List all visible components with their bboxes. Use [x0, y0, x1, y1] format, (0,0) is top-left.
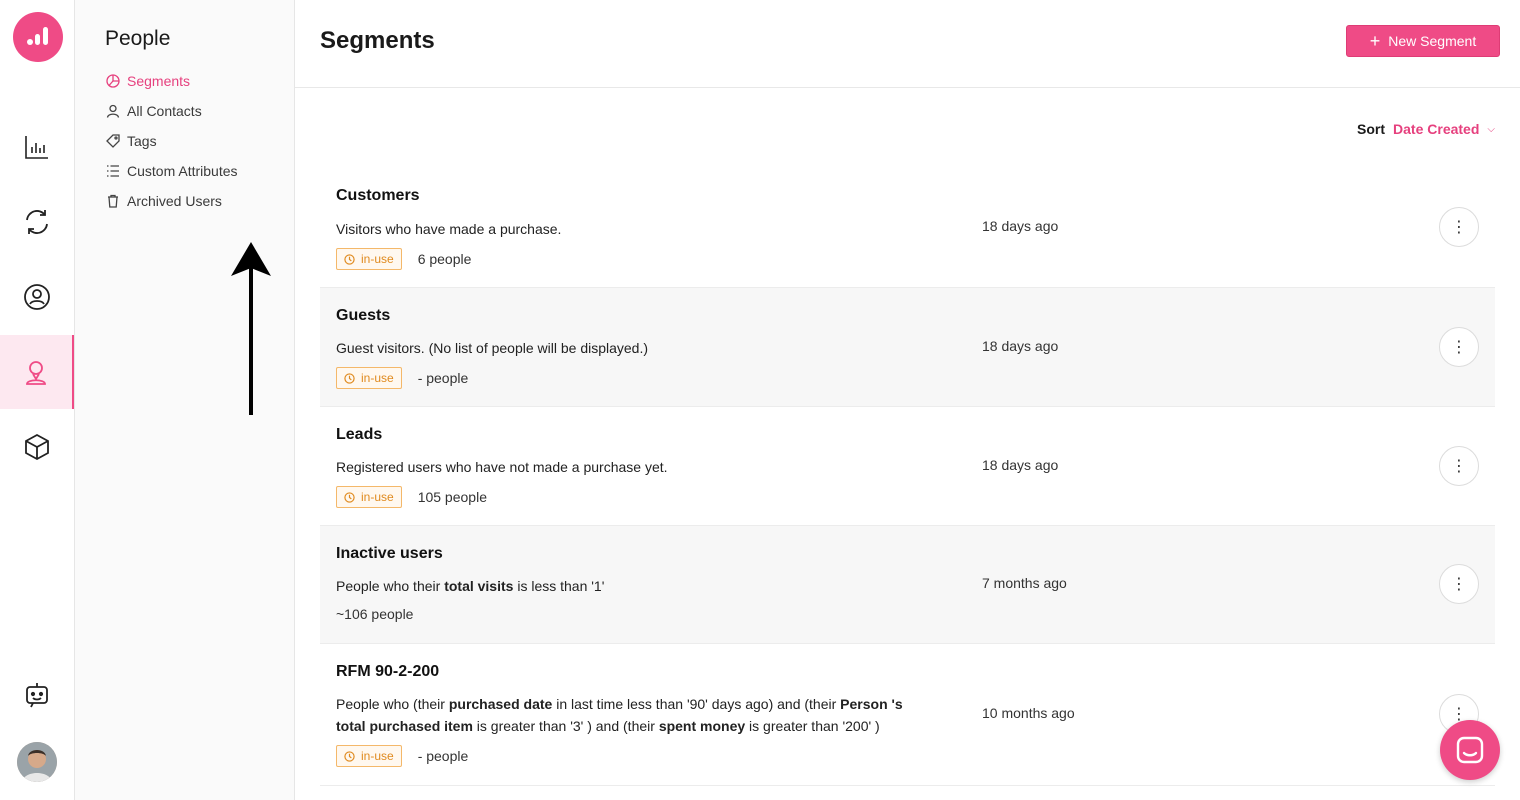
user-icon — [105, 103, 121, 119]
kebab-icon: ⋮ — [1451, 576, 1467, 593]
chat-icon — [1456, 736, 1484, 764]
segment-row[interactable]: Inactive users People who their total vi… — [320, 526, 1495, 644]
subnav-item-tags[interactable]: Tags — [105, 126, 238, 156]
tag-icon — [105, 133, 121, 149]
annotation-arrow-icon — [231, 242, 271, 415]
sort-control: Sort Date Created ⌵ — [1357, 121, 1495, 137]
subnav-item-all-contacts[interactable]: All Contacts — [105, 96, 238, 126]
segment-date: 7 months ago — [982, 575, 1067, 591]
sort-label: Sort — [1357, 121, 1386, 137]
segment-date: 18 days ago — [982, 338, 1059, 354]
plus-icon: + — [1369, 31, 1381, 51]
cube-icon — [25, 433, 49, 461]
rail-analytics[interactable] — [0, 110, 74, 184]
status-badge-label: in-use — [361, 252, 394, 266]
chevron-down-icon[interactable]: ⌵ — [1487, 124, 1495, 135]
people-subnav: People Segments All Contacts Tags Custom… — [75, 0, 295, 800]
segment-name[interactable]: Inactive users — [336, 545, 443, 563]
clock-icon — [344, 253, 355, 265]
people-count: - people — [417, 370, 469, 386]
refresh-icon — [26, 210, 48, 234]
rail-people[interactable] — [0, 335, 74, 409]
subnav-item-label: All Contacts — [127, 103, 202, 119]
more-options-button[interactable]: ⋮ — [1439, 564, 1479, 604]
status-badge-label: in-use — [361, 490, 394, 504]
user-circle-icon — [24, 284, 50, 310]
new-segment-label: New Segment — [1388, 33, 1477, 49]
status-badge: in-use — [336, 248, 402, 270]
people-count: 6 people — [417, 251, 472, 267]
rail-products[interactable] — [0, 410, 74, 484]
subnav-title: People — [105, 27, 171, 50]
segment-description: Guest visitors. (No list of people will … — [336, 340, 649, 356]
page-title: Segments — [320, 27, 435, 54]
status-badge-label: in-use — [361, 749, 394, 763]
more-options-button[interactable]: ⋮ — [1439, 207, 1479, 247]
subnav-item-segments[interactable]: Segments — [105, 66, 238, 96]
more-options-button[interactable]: ⋮ — [1439, 446, 1479, 486]
list-icon — [105, 163, 121, 179]
kebab-icon: ⋮ — [1451, 458, 1467, 475]
segment-date: 18 days ago — [982, 218, 1059, 234]
status-badge: in-use — [336, 367, 402, 389]
page-header: Segments + New Segment — [295, 0, 1520, 88]
bot-icon — [26, 683, 48, 708]
pie-chart-icon — [105, 73, 121, 89]
segment-row[interactable]: Leads Registered users who have not made… — [320, 407, 1495, 526]
people-count: - people — [417, 748, 469, 764]
main-content: Segments + New Segment Sort Date Created… — [295, 0, 1520, 800]
subnav-item-label: Segments — [127, 73, 191, 89]
status-badge-label: in-use — [361, 371, 394, 385]
clock-icon — [344, 372, 355, 384]
app-logo[interactable] — [13, 12, 63, 62]
user-photo — [17, 742, 57, 782]
rail-bot[interactable] — [0, 657, 74, 731]
subnav-item-archived-users[interactable]: Archived Users — [105, 186, 238, 216]
segment-date: 18 days ago — [982, 457, 1059, 473]
subnav-item-label: Custom Attributes — [127, 163, 238, 179]
segment-name[interactable]: Leads — [336, 426, 382, 444]
segment-list: Customers Visitors who have made a purch… — [320, 168, 1495, 786]
segment-description: Visitors who have made a purchase. — [336, 221, 562, 237]
segment-description: People who their total visits is less th… — [336, 578, 605, 594]
status-badge: in-use — [336, 486, 402, 508]
status-badge: in-use — [336, 745, 402, 767]
segment-description: Registered users who have not made a pur… — [336, 459, 668, 475]
subnav-item-custom-attributes[interactable]: Custom Attributes — [105, 156, 238, 186]
segment-name[interactable]: Customers — [336, 187, 420, 205]
icon-rail — [0, 0, 75, 800]
clock-icon — [344, 491, 355, 503]
segment-name[interactable]: Guests — [336, 307, 390, 325]
people-count: 105 people — [417, 489, 487, 505]
subnav-item-label: Tags — [127, 133, 157, 149]
person-location-icon — [26, 361, 46, 385]
subnav-list: Segments All Contacts Tags Custom Attrib… — [105, 66, 238, 216]
rail-automation[interactable] — [0, 185, 74, 259]
segment-description: People who (their purchased date in last… — [336, 696, 903, 734]
chat-launcher-button[interactable] — [1440, 720, 1500, 780]
segment-meta: in-use - people — [336, 367, 468, 389]
more-options-button[interactable]: ⋮ — [1439, 327, 1479, 367]
new-segment-button[interactable]: + New Segment — [1346, 25, 1500, 57]
kebab-icon: ⋮ — [1451, 339, 1467, 356]
subnav-item-label: Archived Users — [127, 193, 222, 209]
segment-meta: in-use - people — [336, 745, 468, 767]
segment-meta: in-use 105 people — [336, 486, 487, 508]
avatar[interactable] — [17, 742, 57, 782]
people-count: ~106 people — [336, 606, 414, 622]
segment-row[interactable]: RFM 90-2-200 People who (their purchased… — [320, 644, 1495, 786]
trash-icon — [105, 193, 121, 209]
sort-dropdown[interactable]: Date Created — [1393, 121, 1479, 137]
bars-logo-icon — [27, 27, 48, 45]
segment-meta: in-use 6 people — [336, 248, 471, 270]
segment-date: 10 months ago — [982, 705, 1075, 721]
bar-chart-icon — [25, 136, 48, 159]
segment-name[interactable]: RFM 90-2-200 — [336, 663, 439, 681]
segment-row[interactable]: Customers Visitors who have made a purch… — [320, 168, 1495, 288]
segment-row[interactable]: Guests Guest visitors. (No list of peopl… — [320, 288, 1495, 407]
clock-icon — [344, 750, 355, 762]
rail-contacts[interactable] — [0, 260, 74, 334]
segment-meta: ~106 people — [336, 606, 413, 622]
kebab-icon: ⋮ — [1451, 219, 1467, 236]
